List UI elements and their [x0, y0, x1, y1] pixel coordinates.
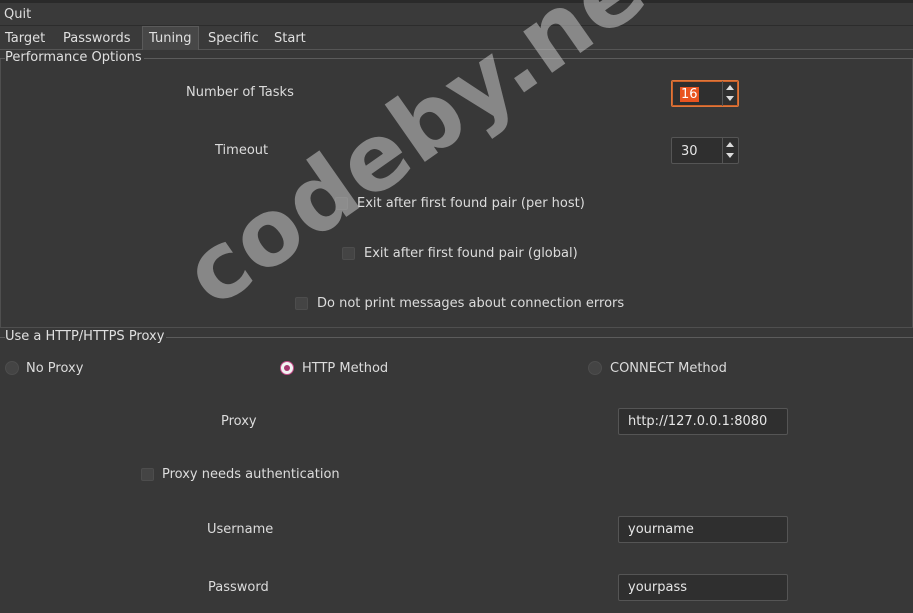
exit-per-host-label[interactable]: Exit after first found pair (per host): [357, 196, 585, 211]
password-label: Password: [208, 580, 269, 595]
timeout-label: Timeout: [215, 143, 269, 158]
tuning-panel: Performance Options Number of Tasks 16 T…: [0, 50, 913, 613]
proxy-auth-label[interactable]: Proxy needs authentication: [162, 467, 340, 482]
timeout-value[interactable]: 30: [681, 144, 698, 159]
tab-start[interactable]: Start: [274, 31, 306, 46]
tasks-stepper[interactable]: [722, 81, 738, 106]
proxy-group-title: Use a HTTP/HTTPS Proxy: [5, 329, 167, 344]
performance-group: [0, 58, 913, 328]
no-conn-errors-checkbox[interactable]: [295, 297, 308, 310]
menubar: Quit: [0, 3, 913, 26]
timeout-stepper[interactable]: [722, 138, 738, 163]
tab-specific[interactable]: Specific: [208, 31, 259, 46]
tasks-label: Number of Tasks: [186, 85, 294, 100]
username-field[interactable]: yourname: [618, 516, 788, 543]
http-method-radio[interactable]: [280, 361, 294, 375]
increment-icon[interactable]: [726, 142, 734, 147]
decrement-icon[interactable]: [726, 153, 734, 158]
username-label: Username: [207, 522, 274, 537]
connect-method-label[interactable]: CONNECT Method: [610, 361, 727, 376]
no-conn-errors-label[interactable]: Do not print messages about connection e…: [317, 296, 624, 311]
proxy-label: Proxy: [221, 414, 257, 429]
menu-quit[interactable]: Quit: [4, 7, 31, 22]
no-proxy-radio[interactable]: [5, 361, 19, 375]
proxy-auth-checkbox[interactable]: [141, 468, 154, 481]
tab-passwords[interactable]: Passwords: [63, 31, 131, 46]
tab-target[interactable]: Target: [5, 31, 45, 46]
no-proxy-label[interactable]: No Proxy: [26, 361, 83, 376]
exit-per-host-checkbox[interactable]: [335, 197, 348, 210]
tasks-value[interactable]: 16: [680, 87, 699, 102]
performance-group-title: Performance Options: [5, 50, 144, 65]
tasks-spinbox[interactable]: 16: [671, 80, 739, 107]
proxy-field[interactable]: http://127.0.0.1:8080: [618, 408, 788, 435]
exit-global-label[interactable]: Exit after first found pair (global): [364, 246, 578, 261]
exit-global-checkbox[interactable]: [342, 247, 355, 260]
password-field[interactable]: yourpass: [618, 574, 788, 601]
connect-method-radio[interactable]: [588, 361, 602, 375]
tab-tuning[interactable]: Tuning: [142, 26, 199, 50]
tab-bar: Target Passwords Tuning Specific Start: [0, 26, 913, 50]
increment-icon[interactable]: [726, 85, 734, 90]
timeout-spinbox[interactable]: 30: [671, 137, 739, 164]
decrement-icon[interactable]: [726, 96, 734, 101]
http-method-label[interactable]: HTTP Method: [302, 361, 388, 376]
